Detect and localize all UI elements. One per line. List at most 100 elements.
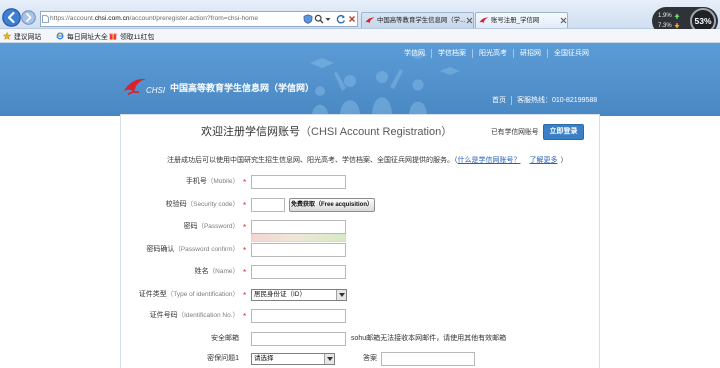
chsi-favicon-icon — [365, 17, 375, 24]
security-code-input[interactable] — [251, 198, 285, 212]
forward-arrow-icon — [21, 10, 36, 25]
get-code-button[interactable]: 免费获取（Free acquisition） — [289, 198, 375, 212]
forward-button[interactable] — [21, 10, 36, 25]
favorites-bar: 建议网站 每日网址大全 领取11红包 — [0, 29, 720, 43]
page-icon — [42, 15, 49, 23]
tab-account-register[interactable]: 账号注册_学信网 — [475, 12, 568, 28]
registration-panel: 欢迎注册学信网账号（CHSI Account Registration） 已有学… — [120, 114, 600, 368]
required-mark: * — [243, 223, 247, 232]
password-confirm-label: 密码确认（Password confirm） — [146, 246, 239, 253]
id-type-select[interactable]: 居民身份证（ID） — [251, 289, 347, 301]
chevron-down-icon — [324, 354, 334, 364]
required-mark: * — [243, 312, 247, 321]
upload-value: 1.9% — [658, 13, 672, 19]
close-icon[interactable] — [466, 17, 473, 24]
id-number-input[interactable] — [251, 309, 346, 323]
learn-more-link[interactable]: 了解更多 — [530, 157, 558, 164]
nav-link-archive[interactable]: 学信档案 — [431, 49, 472, 58]
form-row-security-question: 密保问题1 请选择 答案 — [121, 351, 599, 367]
login-button[interactable]: 立即登录 — [543, 124, 584, 140]
logo-text-en[interactable]: CHSI — [146, 86, 165, 95]
required-mark: * — [243, 178, 247, 187]
url-path: /account/preregister.action?from=chsi-ho… — [129, 15, 258, 22]
site-header: 学信网 学信档案 阳光高考 研招网 全国征兵网 CHSI 中国高等教育学生信息网… — [0, 43, 720, 116]
hotline-text: 客服热线：010-82199588 — [511, 96, 602, 105]
page-title-en: （CHSI Account Registration） — [300, 126, 453, 138]
name-input[interactable] — [251, 265, 346, 279]
favorite-label: 每日网址大全 — [67, 33, 108, 41]
browser-toolbar: https://account.chsi.com.cn/account/prer… — [0, 0, 720, 35]
form-row-password: 密码（Password） * — [121, 219, 599, 235]
security-shield-icon[interactable] — [303, 14, 313, 24]
security-question-label: 密保问题1 — [207, 355, 239, 362]
id-number-label: 证件号码（Identification No.） — [149, 312, 239, 319]
favorite-item-daily-sites[interactable]: 每日网址大全 — [56, 29, 108, 42]
have-account-text: 已有学信网账号 — [491, 129, 539, 136]
tab-label: 中国高等教育学生信息网（学... — [377, 17, 465, 24]
form-row-id-number: 证件号码（Identification No.） * — [121, 308, 599, 324]
form-row-name: 姓名（Name） * — [121, 264, 599, 280]
form-row-id-type: 证件类型（Type of identification） * 居民身份证（ID） — [121, 287, 599, 303]
id-type-label: 证件类型（Type of identification） — [138, 291, 239, 298]
header-links: 首页 客服热线：010-82199588 — [487, 96, 602, 105]
email-note: sohu邮箱无法接收本网邮件，请使用其他有效邮箱 — [351, 335, 507, 342]
intro-close: ） — [560, 157, 568, 164]
favorite-item-suggested-sites[interactable]: 建议网站 — [3, 29, 41, 42]
nav-link-chsi[interactable]: 学信网 — [398, 49, 431, 58]
mobile-input[interactable] — [251, 175, 346, 189]
answer-label: 答案 — [363, 355, 377, 362]
what-is-account-link[interactable]: 什么是学信网账号？ — [458, 157, 521, 164]
chsi-logo-icon[interactable] — [123, 76, 147, 96]
nav-link-gaokao[interactable]: 阳光高考 — [472, 49, 513, 58]
star-icon — [3, 31, 11, 40]
name-label: 姓名（Name） — [194, 268, 239, 275]
required-mark: * — [243, 201, 247, 210]
id-type-selected: 居民身份证（ID） — [254, 291, 306, 298]
url-domain: chsi.com.cn — [94, 15, 130, 22]
address-bar[interactable]: https://account.chsi.com.cn/account/prer… — [40, 11, 358, 27]
answer-input[interactable] — [381, 352, 475, 366]
chsi-favicon-icon — [479, 17, 489, 24]
password-input[interactable] — [251, 220, 346, 234]
logo-text-cn[interactable]: 中国高等教育学生信息网（学信网） — [170, 81, 314, 94]
security-question-select[interactable]: 请选择 — [251, 353, 335, 365]
arrow-up-icon — [674, 13, 680, 19]
favorite-label: 建议网站 — [14, 33, 42, 41]
ie-icon — [56, 32, 64, 39]
email-field[interactable] — [251, 332, 346, 346]
intro-body: 注册成功后可以使用中国研究生招生信息网、阳光高考、学信档案、全国征兵网提供的服务… — [167, 157, 458, 164]
close-icon[interactable] — [560, 17, 567, 24]
password-confirm-input[interactable] — [251, 243, 346, 257]
required-mark: * — [243, 291, 247, 300]
chevron-down-icon[interactable] — [323, 14, 333, 24]
email-label: 安全邮箱 — [211, 335, 239, 342]
back-arrow-icon — [2, 8, 21, 27]
tab-chsi-home[interactable]: 中国高等教育学生信息网（学... — [361, 12, 474, 28]
back-button[interactable] — [2, 8, 21, 27]
graduates-illustration — [310, 51, 460, 116]
nav-link-zbb[interactable]: 全国征兵网 — [547, 49, 595, 58]
required-mark: * — [243, 246, 247, 255]
form-row-email: 安全邮箱 sohu邮箱无法接收本网邮件，请使用其他有效邮箱 — [121, 331, 599, 347]
upload-rate: 1.9% — [658, 12, 680, 20]
mobile-label: 手机号（Mobile） — [185, 178, 239, 185]
refresh-icon[interactable] — [336, 14, 346, 24]
page-title: 欢迎注册学信网账号（CHSI Account Registration） — [201, 124, 452, 142]
security-question-selected: 请选择 — [254, 355, 274, 362]
required-mark: * — [243, 268, 247, 277]
gift-icon — [109, 33, 117, 40]
top-nav: 学信网 学信档案 阳光高考 研招网 全国征兵网 — [398, 49, 595, 58]
page-title-cn: 欢迎注册学信网账号 — [201, 126, 300, 138]
url-prefix: https://account. — [50, 15, 95, 22]
intro-text: 注册成功后可以使用中国研究生招生信息网、阳光高考、学信档案、全国征兵网提供的服务… — [167, 156, 568, 166]
form-row-mobile: 手机号（Mobile） * — [121, 174, 599, 190]
nav-link-yz[interactable]: 研招网 — [513, 49, 547, 58]
password-strength-bar — [251, 234, 346, 242]
security-code-label: 校验码（Security code） — [165, 201, 239, 208]
stop-icon[interactable] — [347, 14, 357, 24]
url-text[interactable]: https://account.chsi.com.cn/account/prer… — [50, 12, 258, 26]
home-link[interactable]: 首页 — [487, 96, 511, 105]
form-row-password-confirm: 密码确认（Password confirm） * — [121, 242, 599, 258]
chevron-down-icon — [336, 290, 346, 300]
favorite-item-red-packet[interactable]: 领取11红包 — [109, 29, 154, 42]
